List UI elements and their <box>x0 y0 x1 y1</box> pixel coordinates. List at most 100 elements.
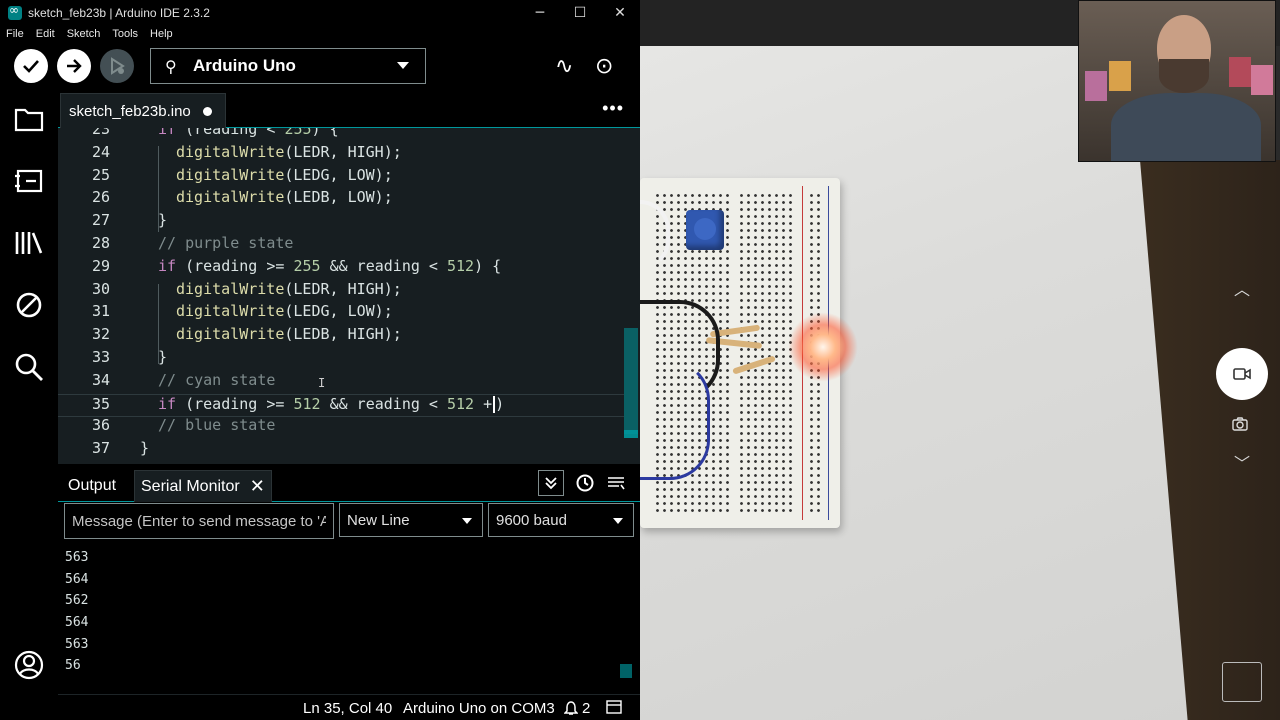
code-token: (reading >= <box>176 394 294 413</box>
tab-output[interactable]: Output <box>68 470 116 502</box>
menu-file[interactable]: File <box>6 28 24 40</box>
serial-output-line: 564 <box>65 572 89 587</box>
code-line[interactable]: 24 digitalWrite(LEDR, HIGH); <box>58 143 624 166</box>
serial-scrollbar-thumb[interactable] <box>620 664 632 678</box>
rgb-led-glowing <box>788 312 858 382</box>
tab-serial-monitor-label: Serial Monitor <box>141 477 240 495</box>
board-port-status[interactable]: Arduino Uno on COM3 <box>403 700 555 717</box>
notification-count: 2 <box>582 700 591 717</box>
chevron-up-icon[interactable]: ︿ <box>1234 276 1250 300</box>
gallery-thumbnail-button[interactable] <box>1222 662 1262 702</box>
code-line[interactable]: 29 if (reading >= 255 && reading < 512) { <box>58 257 624 280</box>
line-ending-select[interactable]: New Line <box>339 503 483 537</box>
file-tab-sketch[interactable]: sketch_feb23b.ino <box>60 93 226 128</box>
code-text: digitalWrite(LEDB, HIGH); <box>176 325 402 343</box>
sidebar <box>0 90 58 720</box>
code-token: digitalWrite <box>176 279 285 298</box>
code-line[interactable]: 33} <box>58 348 624 371</box>
code-line[interactable]: 27} <box>58 211 624 234</box>
debug-button[interactable] <box>100 49 134 83</box>
boards-manager-button[interactable] <box>12 164 46 198</box>
menu-tools[interactable]: Tools <box>112 28 138 40</box>
debug-icon <box>111 57 125 75</box>
serial-message-input[interactable] <box>64 503 334 539</box>
sketchbook-button[interactable] <box>12 102 46 136</box>
usb-icon: ⚲ <box>165 56 177 76</box>
serial-monitor: New Line 9600 baud 563 564 562 564 563 5… <box>58 502 640 694</box>
code-line[interactable]: 30 digitalWrite(LEDR, HIGH); <box>58 280 624 303</box>
search-button[interactable] <box>12 350 46 384</box>
line-number: 35 <box>91 394 110 413</box>
autoscroll-toggle[interactable] <box>538 470 564 496</box>
code-token: (reading >= <box>176 256 294 275</box>
more-options-button[interactable]: ••• <box>602 98 624 119</box>
code-text: } <box>158 211 167 229</box>
code-token: && reading < <box>320 256 447 275</box>
menu-bar: File Edit Sketch Tools Help <box>0 26 640 42</box>
debug-panel-button[interactable] <box>12 288 46 322</box>
code-line[interactable]: 34 // cyan state <box>58 371 624 394</box>
toggle-panel-icon[interactable] <box>606 700 622 718</box>
potentiometer-image <box>686 210 724 250</box>
maximize-button[interactable]: ☐ <box>560 0 600 26</box>
close-tab-icon[interactable]: ✕ <box>250 476 265 497</box>
screen: sketch_feb23b | Arduino IDE 2.3.2 ─ ☐ ✕ … <box>0 0 1280 720</box>
photo-camera-button[interactable] <box>1232 416 1248 435</box>
code-token: digitalWrite <box>176 188 285 207</box>
code-text: digitalWrite(LEDG, LOW); <box>176 302 393 320</box>
chevron-down-icon <box>613 518 623 524</box>
unsaved-dot-icon[interactable] <box>202 106 212 116</box>
library-manager-button[interactable] <box>12 226 46 260</box>
menu-help[interactable]: Help <box>150 28 173 40</box>
code-line[interactable]: 25 digitalWrite(LEDG, LOW); <box>58 166 624 189</box>
account-button[interactable] <box>12 648 46 682</box>
code-text: digitalWrite(LEDR, HIGH); <box>176 280 402 298</box>
video-record-button[interactable] <box>1216 348 1268 400</box>
editor-scrollbar-thumb[interactable] <box>624 328 638 434</box>
code-token: (LEDR, HIGH); <box>284 279 402 298</box>
code-token: && reading < <box>320 394 447 413</box>
code-line[interactable]: 31 digitalWrite(LEDG, LOW); <box>58 302 624 325</box>
cursor-position[interactable]: Ln 35, Col 40 <box>303 700 392 717</box>
code-line[interactable]: 32 digitalWrite(LEDB, HIGH); <box>58 325 624 348</box>
code-line[interactable]: 36 // blue state <box>58 416 624 439</box>
serial-output-line: 563 <box>65 550 89 565</box>
timestamp-toggle[interactable] <box>572 470 598 496</box>
code-token: digitalWrite <box>176 302 285 321</box>
code-line-current[interactable]: 35 if (reading >= 512 && reading < 512 +) <box>58 393 624 417</box>
code-token: if <box>158 128 177 138</box>
arduino-ide-window: sketch_feb23b | Arduino IDE 2.3.2 ─ ☐ ✕ … <box>0 0 640 720</box>
notification-bell-icon[interactable] <box>563 700 579 720</box>
board-selector[interactable]: ⚲ Arduino Uno <box>150 48 426 84</box>
chevron-down-icon[interactable]: ﹀ <box>1234 450 1250 474</box>
code-text: // purple state <box>158 234 293 252</box>
baud-rate-select[interactable]: 9600 baud <box>488 503 634 537</box>
upload-button[interactable] <box>57 49 91 83</box>
verify-button[interactable] <box>14 49 48 83</box>
code-editor[interactable]: I 23 if (reading < 255) {24 digitalWrite(L… <box>58 128 640 464</box>
code-line[interactable]: 26 digitalWrite(LEDB, LOW); <box>58 188 624 211</box>
line-number: 36 <box>91 416 110 435</box>
code-token: (LEDB, HIGH); <box>284 325 402 344</box>
code-text: digitalWrite(LEDR, HIGH); <box>176 143 402 161</box>
code-token: if <box>158 256 177 275</box>
double-chevron-down-icon <box>545 477 557 490</box>
code-line[interactable]: 37} <box>58 439 624 462</box>
menu-edit[interactable]: Edit <box>36 28 55 40</box>
serial-plotter-icon[interactable]: ∿ <box>555 54 573 79</box>
menu-sketch[interactable]: Sketch <box>67 28 101 40</box>
editor-tab-bar: sketch_feb23b.ino ••• <box>58 90 640 128</box>
code-token: 512 <box>447 256 475 275</box>
window-title: sketch_feb23b | Arduino IDE 2.3.2 <box>28 6 210 20</box>
code-token: 255 <box>293 256 321 275</box>
tab-serial-monitor[interactable]: Serial Monitor ✕ <box>134 470 272 502</box>
code-token: ) { <box>311 128 339 138</box>
arrow-right-icon <box>67 59 82 73</box>
clear-output-button[interactable] <box>603 470 629 496</box>
code-line[interactable]: 23 if (reading < 255) { <box>58 128 624 143</box>
code-line[interactable]: 28 // purple state <box>58 234 624 257</box>
close-window-button[interactable]: ✕ <box>600 0 640 26</box>
minimize-button[interactable]: ─ <box>520 0 560 26</box>
serial-monitor-icon[interactable]: ⊙ <box>595 54 613 79</box>
bottom-panel-tabs: Output Serial Monitor ✕ <box>58 464 640 502</box>
